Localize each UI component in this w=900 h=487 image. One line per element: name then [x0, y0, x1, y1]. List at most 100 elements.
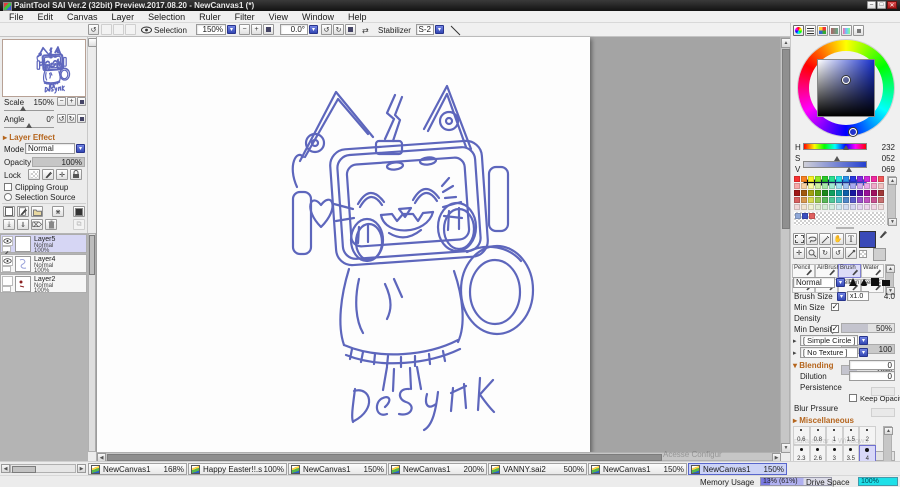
- custom-swatch[interactable]: [809, 213, 815, 219]
- custom-swatch[interactable]: [802, 213, 808, 219]
- layer-thumbnail[interactable]: [15, 276, 31, 292]
- layers-scrollbar[interactable]: [88, 233, 96, 452]
- canvas[interactable]: [97, 37, 590, 452]
- menu-canvas[interactable]: Canvas: [60, 11, 105, 23]
- tool-water[interactable]: Water: [861, 264, 884, 278]
- paint-active-slot[interactable]: [2, 266, 11, 272]
- color-swatch[interactable]: [843, 190, 849, 196]
- min-density-checkbox[interactable]: ✓: [831, 325, 839, 333]
- angle-value-field[interactable]: 0.0°: [280, 24, 308, 35]
- scale-reset-button[interactable]: [77, 97, 86, 106]
- color-swatch[interactable]: [871, 190, 877, 196]
- size-scroll-up[interactable]: ▲: [884, 427, 893, 435]
- lock-all-button[interactable]: [70, 169, 82, 180]
- color-swatch[interactable]: [843, 176, 849, 182]
- color-swatch[interactable]: [871, 183, 877, 189]
- file-tab[interactable]: NewCanvas1 168%: [88, 463, 187, 475]
- color-swatch[interactable]: [850, 176, 856, 182]
- swatch-scroll-down[interactable]: ▼: [888, 218, 897, 226]
- rectangle-select-tool[interactable]: [793, 233, 805, 245]
- color-swatch[interactable]: [836, 204, 842, 210]
- layer-mask-button[interactable]: ⋇: [52, 206, 64, 217]
- rotate-cw-button[interactable]: ↻: [333, 24, 344, 35]
- eyedropper-tool[interactable]: [845, 247, 857, 259]
- transparent-color-button[interactable]: [859, 250, 867, 258]
- color-mixer-tab[interactable]: [829, 25, 840, 36]
- angle-ccw-button[interactable]: ↺: [57, 114, 66, 123]
- file-tab[interactable]: NewCanvas1 150%: [588, 463, 687, 475]
- color-swatch[interactable]: [829, 190, 835, 196]
- selection-source-radio[interactable]: [4, 193, 12, 201]
- brush-size-unit-button[interactable]: ▾: [837, 292, 846, 301]
- color-swatch[interactable]: [829, 176, 835, 182]
- texture-expander-arrow[interactable]: ▸: [793, 349, 797, 357]
- maximize-button[interactable]: □: [877, 1, 886, 9]
- color-swatch[interactable]: [850, 183, 856, 189]
- angle-reset-button[interactable]: [345, 24, 356, 35]
- transfer-down-button[interactable]: ⤓: [3, 219, 15, 230]
- file-tab[interactable]: NewCanvas1 200%: [388, 463, 487, 475]
- new-folder-button[interactable]: [31, 206, 43, 217]
- layer-row-layer2[interactable]: Layer2 Normal 100%: [0, 274, 87, 294]
- color-swatch[interactable]: [801, 204, 807, 210]
- hue-slider[interactable]: [803, 143, 867, 150]
- color-swatch[interactable]: [864, 183, 870, 189]
- delete-layer-button[interactable]: [45, 219, 57, 230]
- layer-effect-header[interactable]: ▸ Layer Effect: [3, 133, 55, 142]
- zoom-out-button[interactable]: −: [239, 24, 250, 35]
- color-swatch[interactable]: [794, 176, 800, 182]
- brush-size-multiplier[interactable]: x1.0: [847, 291, 869, 301]
- swatches-tab[interactable]: [817, 25, 828, 36]
- color-swatch[interactable]: [808, 190, 814, 196]
- visibility-eye-icon[interactable]: [2, 256, 13, 266]
- brush-texture-selector[interactable]: [ No Texture ]: [800, 347, 858, 358]
- tip-rect[interactable]: [882, 280, 890, 286]
- layers-hscroll-left[interactable]: ◀: [1, 464, 10, 473]
- color-swatch[interactable]: [850, 197, 856, 203]
- panel-drag-handle[interactable]: [836, 227, 854, 229]
- sv-square[interactable]: [817, 59, 875, 117]
- text-tool[interactable]: T: [845, 233, 857, 245]
- color-swatch[interactable]: [815, 204, 821, 210]
- file-tab[interactable]: NewCanvas1 150%: [288, 463, 387, 475]
- blending-header[interactable]: ▾ Blending: [793, 361, 833, 370]
- close-button[interactable]: ✕: [887, 1, 897, 9]
- scale-minus-button[interactable]: −: [57, 97, 66, 106]
- brush-shape-selector[interactable]: [ Simple Circle ]: [800, 335, 858, 346]
- sat-marker[interactable]: [834, 156, 840, 161]
- color-swatch[interactable]: [857, 204, 863, 210]
- background-color-swatch[interactable]: [873, 248, 886, 261]
- hue-marker[interactable]: [843, 145, 849, 150]
- color-swatch[interactable]: [794, 197, 800, 203]
- paint-mode-dropdown[interactable]: Normal: [793, 277, 835, 288]
- sat-slider[interactable]: [803, 161, 867, 168]
- toolbar-disabled-button[interactable]: [101, 24, 112, 35]
- menu-filter[interactable]: Filter: [228, 11, 262, 23]
- color-swatch[interactable]: [794, 204, 800, 210]
- color-swatch[interactable]: [878, 183, 884, 189]
- color-swatch[interactable]: [871, 197, 877, 203]
- min-size-checkbox[interactable]: ✓: [831, 303, 839, 311]
- color-wheel[interactable]: [798, 40, 894, 136]
- val-marker[interactable]: [846, 167, 852, 172]
- paint-active-pen-icon[interactable]: [2, 246, 11, 252]
- angle-dropdown-button[interactable]: ▾: [309, 25, 318, 34]
- file-tab[interactable]: Happy Easter!!.sai2100%: [188, 463, 287, 475]
- stabilizer-value-field[interactable]: S-2: [416, 24, 434, 35]
- brush-texture-dropdown-button[interactable]: ▾: [859, 348, 868, 357]
- layer-extra-button[interactable]: ⧉: [73, 219, 85, 230]
- color-swatch[interactable]: [822, 176, 828, 182]
- custom-swatch[interactable]: [795, 213, 801, 219]
- color-swatch[interactable]: [808, 204, 814, 210]
- color-swatch[interactable]: [857, 197, 863, 203]
- color-swatch[interactable]: [843, 197, 849, 203]
- canvas-hscrollbar-thumb[interactable]: [107, 454, 662, 461]
- zoom-tool[interactable]: [806, 247, 818, 259]
- lock-transparency-button[interactable]: [28, 169, 40, 180]
- magic-wand-tool[interactable]: [819, 233, 831, 245]
- color-swatch[interactable]: [871, 204, 877, 210]
- zoom-reset-button[interactable]: [263, 24, 274, 35]
- mode-dropdown[interactable]: Normal: [25, 143, 75, 154]
- color-swatch[interactable]: [815, 197, 821, 203]
- menu-help[interactable]: Help: [341, 11, 374, 23]
